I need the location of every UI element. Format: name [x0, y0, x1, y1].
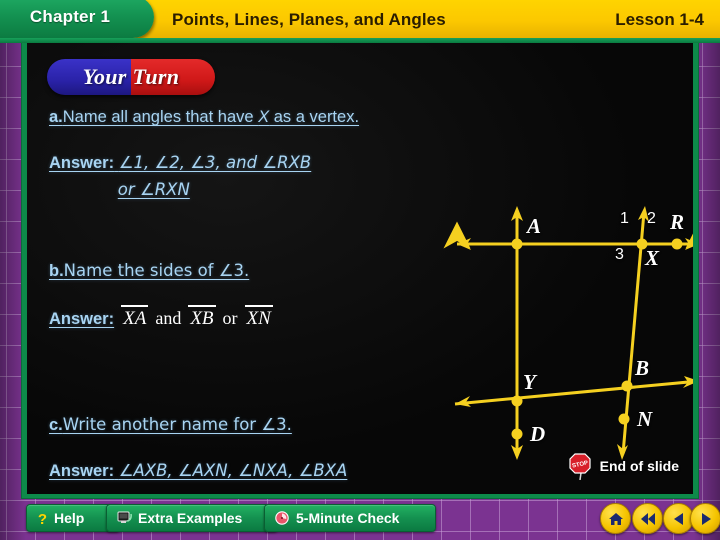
clock-icon — [275, 511, 289, 525]
question-c-letter: c. — [49, 416, 63, 434]
answer-b-label: Answer: — [49, 309, 115, 328]
next-slide-button[interactable] — [690, 503, 720, 534]
right-arrow-icon — [701, 512, 711, 525]
point-label-A: A — [527, 214, 542, 238]
answer-a-label: Answer: — [49, 154, 115, 172]
point-label-D: D — [530, 422, 546, 446]
extra-examples-button[interactable]: Extra Examples — [106, 504, 278, 532]
help-button-label: Help — [54, 510, 85, 526]
double-left-arrow-icon — [640, 512, 655, 525]
slide-root: Your Turn a.Name all angles that have X … — [0, 0, 720, 540]
point-dot-D — [511, 428, 523, 440]
header-lesson-number: Lesson 1-4 — [615, 10, 704, 29]
question-b-prompt: b.Name the sides of ∠3. — [49, 261, 249, 281]
your-turn-badge: Your Turn — [47, 59, 215, 95]
stop-sign-icon: STOP — [569, 453, 591, 480]
point-dot-Y — [511, 395, 523, 407]
point-dot-N — [618, 413, 630, 425]
angle-label-3: 3 — [615, 246, 624, 263]
computer-icon — [117, 511, 132, 523]
question-a-text-p1: Name all angles that have — [62, 108, 259, 126]
answer-b-ray-2: XB — [188, 305, 216, 329]
answer-c-value: ∠AXB, ∠AXN, ∠NXA, ∠BXA — [118, 461, 348, 480]
point-label-B: B — [635, 356, 650, 380]
line-lower-horizontal — [454, 380, 693, 406]
answer-a-value1: ∠1, ∠2, ∠3, and ∠RXB — [118, 153, 312, 172]
point-dot-B — [621, 380, 633, 392]
question-mark-icon: ? — [38, 511, 47, 526]
svg-text:?: ? — [38, 511, 47, 526]
question-a-letter: a. — [49, 108, 63, 126]
slide-content-area: Your Turn a.Name all angles that have X … — [27, 43, 693, 494]
header-green-underline — [0, 38, 720, 43]
answer-b-conj-1: and — [155, 307, 182, 328]
question-c-text: Write another name for ∠3. — [62, 415, 292, 434]
question-a-text-p2: as a vertex. — [269, 108, 360, 126]
home-button[interactable] — [600, 503, 631, 534]
answer-a-value2: or ∠RXN — [117, 180, 190, 199]
question-b-text: Name the sides of ∠3. — [63, 261, 250, 280]
answer-a-line1: Answer: ∠1, ∠2, ∠3, and ∠RXB — [49, 153, 311, 173]
answer-b-conj-2: or — [222, 307, 238, 328]
angle-label-1: 1 — [620, 210, 629, 227]
question-c-prompt: c.Write another name for ∠3. — [49, 415, 292, 435]
geometry-svg — [443, 206, 693, 460]
question-a-variable: X — [258, 108, 270, 126]
end-of-slide-indicator: STOP End of slide — [569, 452, 679, 480]
five-minute-check-button[interactable]: 5-Minute Check — [264, 504, 436, 532]
answer-c-line: Answer: ∠AXB, ∠AXN, ∠NXA, ∠BXA — [49, 461, 347, 481]
point-label-R: R — [670, 210, 685, 234]
chapter-tab-label: Chapter 1 — [29, 7, 111, 26]
answer-b-ray-3: XN — [244, 305, 273, 329]
home-icon — [608, 512, 623, 525]
point-label-X: X — [645, 246, 660, 270]
bottom-toolbar: ? Help Extra Examples 5-Minute Check — [0, 496, 720, 540]
first-slide-button[interactable] — [632, 503, 663, 534]
answer-a-line2: Answer: or ∠RXN — [49, 180, 190, 200]
header-lesson-title: Points, Lines, Planes, and Angles — [172, 10, 446, 29]
end-of-slide-label: End of slide — [599, 458, 679, 474]
answer-b-line: Answer: XA and XB or XN — [49, 305, 273, 329]
geometry-diagram: A R X Y B D N 1 2 3 — [427, 188, 693, 463]
slide-header: Points, Lines, Planes, and Angles Lesson… — [0, 0, 720, 38]
your-turn-label: Your Turn — [82, 64, 180, 89]
five-minute-check-button-label: 5-Minute Check — [296, 510, 400, 526]
answer-b-ray-1: XA — [121, 305, 149, 329]
angle-label-2: 2 — [647, 210, 656, 227]
extra-examples-button-label: Extra Examples — [138, 510, 243, 526]
question-a-prompt: a.Name all angles that have X as a verte… — [49, 108, 359, 127]
question-b-letter: b. — [49, 262, 64, 280]
left-arrow-icon — [673, 512, 683, 525]
point-dot-A — [511, 238, 523, 250]
point-label-Y: Y — [523, 370, 536, 394]
point-dot-R — [671, 238, 683, 250]
answer-c-label: Answer: — [49, 462, 115, 480]
chapter-tab: Chapter 1 — [0, 0, 154, 38]
point-label-N: N — [637, 407, 653, 431]
